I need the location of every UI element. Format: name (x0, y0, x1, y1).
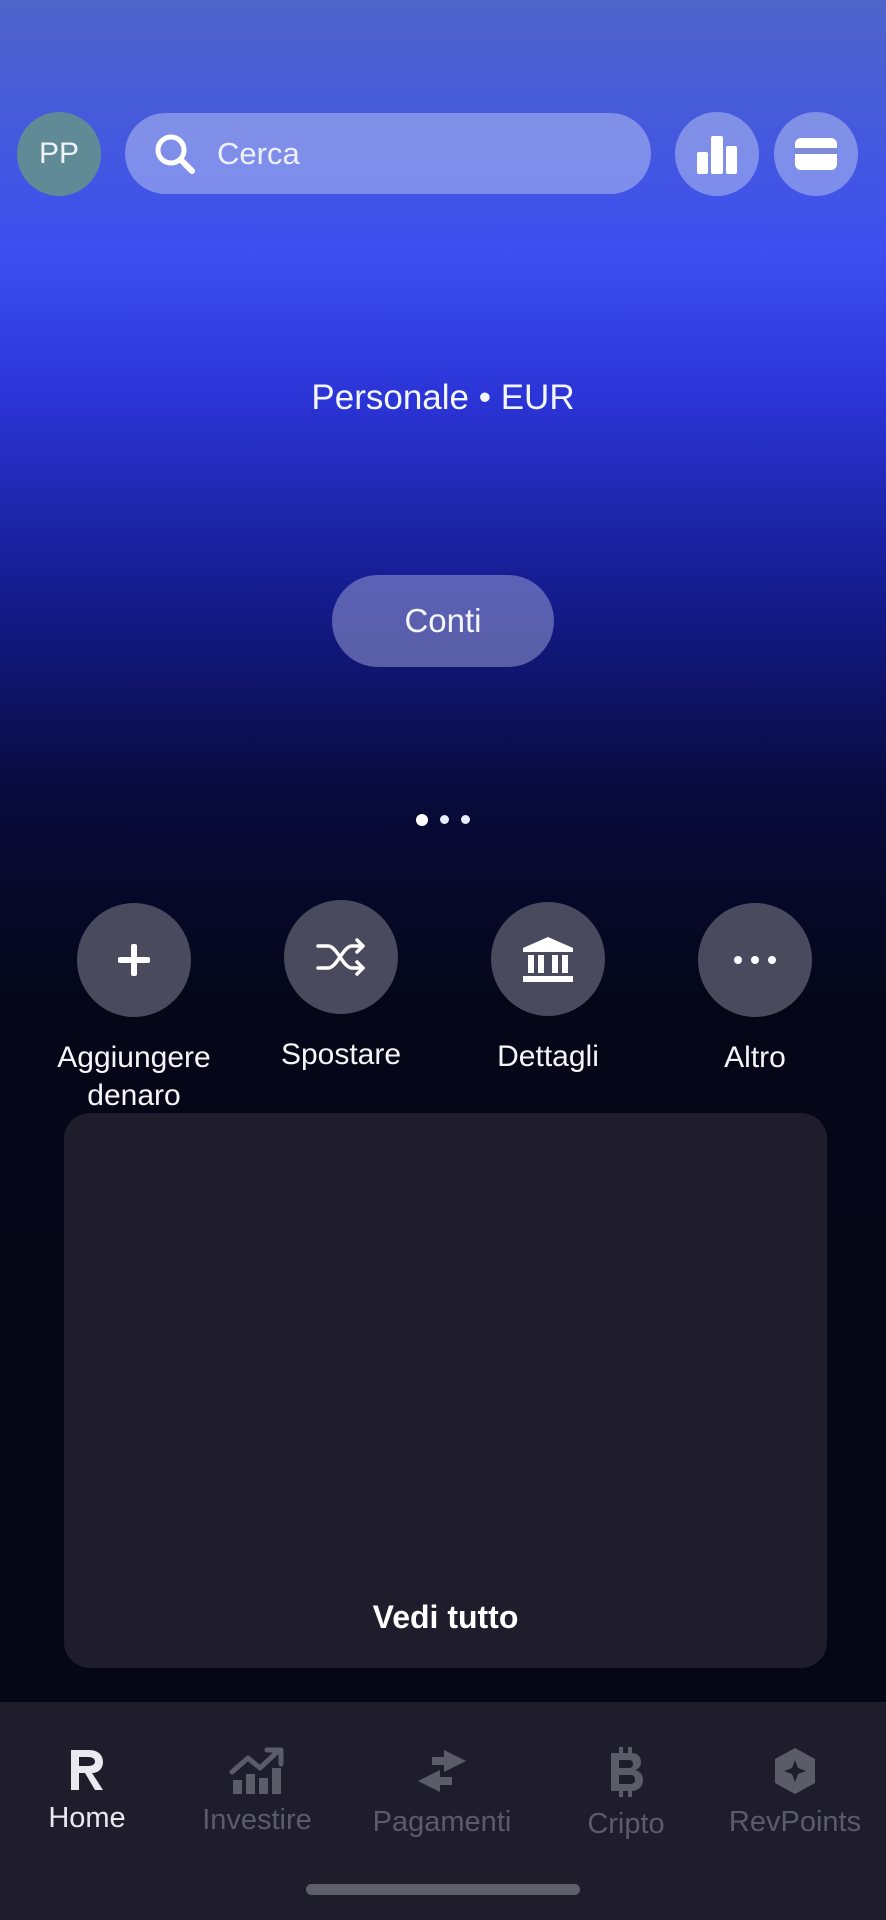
accounts-button[interactable]: Conti (332, 575, 554, 667)
shuffle-icon (316, 938, 365, 976)
more-icon (734, 956, 776, 964)
nav-crypto[interactable]: Cripto (573, 1746, 679, 1841)
nav-home[interactable]: Home (25, 1746, 149, 1835)
bank-icon (523, 937, 573, 982)
avatar-initials: PP (38, 137, 80, 170)
action-circle[interactable] (491, 902, 605, 1016)
nav-payments[interactable]: Pagamenti (362, 1746, 522, 1839)
search-icon (155, 134, 195, 174)
page-dot (461, 815, 470, 824)
revpoints-icon (775, 1748, 815, 1794)
see-all-button[interactable]: Vedi tutto (64, 1599, 827, 1636)
nav-label: Pagamenti (372, 1806, 512, 1838)
nav-label: Home (48, 1802, 126, 1834)
page-dot (440, 815, 449, 824)
nav-revpoints[interactable]: RevPoints (720, 1746, 870, 1839)
cards-button[interactable] (774, 112, 858, 196)
action-circle[interactable] (698, 903, 812, 1017)
plus-icon (118, 944, 150, 976)
page-indicator (0, 814, 886, 826)
move-button[interactable]: Spostare (241, 900, 441, 1074)
nav-label: RevPoints (728, 1806, 862, 1838)
bitcoin-icon (611, 1747, 643, 1797)
transfer-arrows-icon (418, 1750, 466, 1792)
action-label: Dettagli (497, 1040, 599, 1073)
card-icon (795, 138, 837, 170)
search-bar[interactable] (125, 113, 651, 194)
action-circle[interactable] (284, 900, 398, 1014)
account-label[interactable]: Personale • EUR (0, 378, 886, 418)
action-label: Spostare (280, 1038, 402, 1071)
analytics-button[interactable] (675, 112, 759, 196)
avatar[interactable]: PP (17, 112, 101, 196)
page-dot-active (416, 814, 428, 826)
bar-chart-icon (697, 136, 737, 174)
accounts-button-label: Conti (404, 602, 482, 639)
transactions-card: Vedi tutto (64, 1113, 827, 1668)
stocks-icon (229, 1747, 284, 1794)
nav-invest[interactable]: Investire (192, 1746, 322, 1837)
details-button[interactable]: Dettagli (448, 902, 648, 1076)
add-money-button[interactable]: Aggiungere denaro (34, 903, 234, 1115)
more-button[interactable]: Altro (655, 903, 855, 1077)
action-label: Aggiungere denaro (57, 1041, 211, 1112)
search-input[interactable] (215, 134, 599, 173)
action-label: Altro (724, 1041, 786, 1074)
nav-label: Investire (202, 1804, 312, 1836)
home-indicator[interactable] (306, 1884, 580, 1895)
nav-label: Cripto (587, 1808, 665, 1840)
revolut-logo-icon (71, 1750, 103, 1790)
action-circle[interactable] (77, 903, 191, 1017)
